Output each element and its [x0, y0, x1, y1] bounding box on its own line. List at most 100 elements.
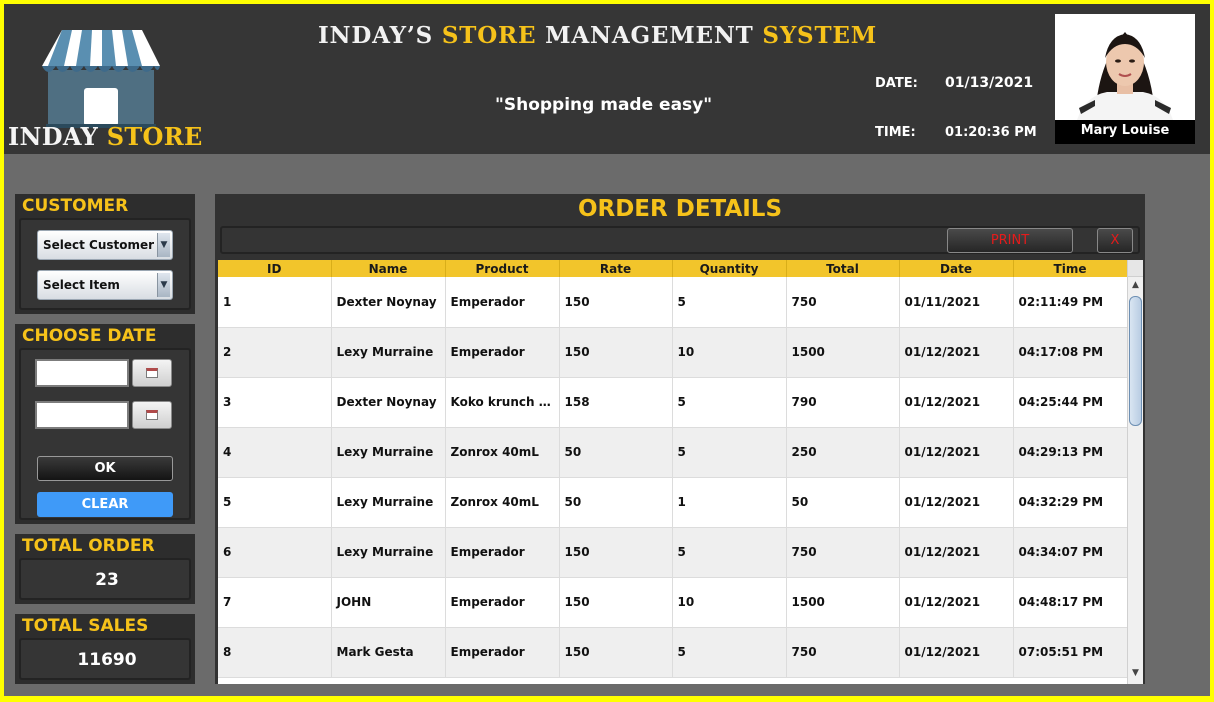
orders-table[interactable]: ID Name Product Rate Quantity Total Date… — [218, 260, 1143, 684]
cell-quantity: 1 — [672, 477, 787, 528]
cell-id: 2 — [218, 327, 332, 378]
cell-id: 1 — [218, 277, 332, 328]
ok-button[interactable]: OK — [37, 456, 173, 481]
cell-date: 01/12/2021 — [899, 327, 1014, 378]
cell-product: Zonrox 40mL — [445, 427, 560, 478]
column-header-name[interactable]: Name — [331, 260, 446, 277]
cell-product: Koko krunch 3... — [445, 377, 560, 428]
app-window: INDAY STORE INDAY’S STORE MANAGEMENT SYS… — [4, 4, 1210, 696]
cell-time: 02:11:49 PM — [1013, 277, 1128, 328]
scroll-up-arrow-icon[interactable]: ▲ — [1128, 280, 1143, 294]
cell-time: 04:34:07 PM — [1013, 527, 1128, 578]
time-label: TIME: — [875, 125, 916, 140]
table-row[interactable]: 6 Lexy Murraine Emperador 150 5 750 01/12/2021… — [218, 527, 1128, 578]
cell-rate: 150 — [559, 577, 673, 628]
table-row[interactable]: 7 JOHN Emperador 150 10 1500 01/12/2021 04:48:1… — [218, 577, 1128, 628]
table-row[interactable]: 4 Lexy Murraine Zonrox 40mL 50 5 250 01/12/202… — [218, 427, 1128, 478]
cell-quantity: 5 — [672, 427, 787, 478]
cell-id: 5 — [218, 477, 332, 528]
column-header-total[interactable]: Total — [786, 260, 900, 277]
clear-button[interactable]: CLEAR — [37, 492, 173, 517]
cell-total: 1500 — [786, 327, 900, 378]
close-button[interactable]: X — [1097, 228, 1133, 253]
cell-date: 01/12/2021 — [899, 627, 1014, 678]
order-details-title: ORDER DETAILS — [577, 196, 783, 222]
cell-time: 04:48:17 PM — [1013, 577, 1128, 628]
cell-product: Emperador — [445, 577, 560, 628]
cell-id: 4 — [218, 427, 332, 478]
select-customer-dropdown[interactable]: Select Customer ▼ — [37, 230, 173, 260]
column-header-date[interactable]: Date — [899, 260, 1014, 277]
scroll-down-arrow-icon[interactable]: ▼ — [1128, 668, 1143, 682]
column-header-rate[interactable]: Rate — [559, 260, 673, 277]
total-order-box: 23 — [19, 558, 191, 600]
select-item-label: Select Item — [43, 278, 120, 292]
total-order-title: TOTAL ORDER — [22, 536, 155, 556]
cell-date: 01/12/2021 — [899, 377, 1014, 428]
cell-rate: 150 — [559, 277, 673, 328]
total-order-panel: TOTAL ORDER 23 — [15, 534, 195, 604]
cell-product: Zonrox 40mL — [445, 477, 560, 528]
app-title: INDAY’S STORE MANAGEMENT SYSTEM — [318, 22, 877, 49]
cell-name: Dexter Noynay — [331, 277, 446, 328]
cell-name: Lexy Murraine — [331, 427, 446, 478]
cell-name: Lexy Murraine — [331, 327, 446, 378]
cell-product: Emperador — [445, 627, 560, 678]
cell-date: 01/12/2021 — [899, 427, 1014, 478]
cell-rate: 50 — [559, 427, 673, 478]
cell-name: Mark Gesta — [331, 627, 446, 678]
cell-total: 750 — [786, 277, 900, 328]
cell-name: Lexy Murraine — [331, 527, 446, 578]
start-date-picker-button[interactable] — [132, 359, 172, 387]
cell-name: JOHN — [331, 577, 446, 628]
cell-id: 8 — [218, 627, 332, 678]
date-value: 01/13/2021 — [945, 75, 1034, 91]
tagline: "Shopping made easy" — [495, 95, 713, 115]
cell-date: 01/11/2021 — [899, 277, 1014, 328]
cell-rate: 158 — [559, 377, 673, 428]
table-row[interactable]: 8 Mark Gesta Emperador 150 5 750 01/12/2021 07:… — [218, 627, 1128, 678]
cell-time: 04:25:44 PM — [1013, 377, 1128, 428]
column-header-product[interactable]: Product — [445, 260, 560, 277]
print-button[interactable]: PRINT — [947, 228, 1073, 253]
table-row[interactable]: 3 Dexter Noynay Koko krunch 3... 158 5 790 01/… — [218, 377, 1128, 428]
table-row[interactable]: 2 Lexy Murraine Emperador 150 10 1500 01/12/20… — [218, 327, 1128, 378]
end-date-field[interactable] — [35, 401, 129, 429]
customer-title: CUSTOMER — [22, 196, 129, 216]
cell-date: 01/12/2021 — [899, 477, 1014, 528]
header-bar: INDAY STORE INDAY’S STORE MANAGEMENT SYS… — [4, 4, 1210, 154]
column-header-quantity[interactable]: Quantity — [672, 260, 787, 277]
cell-total: 250 — [786, 427, 900, 478]
table-row[interactable]: 1 Dexter Noynay Emperador 150 5 750 01/11/2021… — [218, 277, 1128, 328]
cell-id: 3 — [218, 377, 332, 428]
user-profile: Mary Louise — [1055, 14, 1195, 144]
cell-quantity: 5 — [672, 627, 787, 678]
cell-time: 07:05:51 PM — [1013, 627, 1128, 678]
cell-date: 01/12/2021 — [899, 577, 1014, 628]
dropdown-arrow-icon: ▼ — [157, 273, 170, 297]
column-header-id[interactable]: ID — [218, 260, 332, 277]
total-order-value: 23 — [95, 570, 119, 590]
logo-text: INDAY STORE — [8, 122, 203, 151]
customer-panel: CUSTOMER Select Customer ▼ Select Item ▼ — [15, 194, 195, 314]
end-date-picker-button[interactable] — [132, 401, 172, 429]
cell-date: 01/12/2021 — [899, 527, 1014, 578]
scrollbar-corner — [1128, 260, 1143, 277]
table-row[interactable]: 5 Lexy Murraine Zonrox 40mL 50 1 50 01/12/2021… — [218, 477, 1128, 528]
time-value: 01:20:36 PM — [945, 125, 1037, 140]
cell-quantity: 10 — [672, 577, 787, 628]
cell-total: 750 — [786, 527, 900, 578]
cell-name: Lexy Murraine — [331, 477, 446, 528]
total-sales-panel: TOTAL SALES 11690 — [15, 614, 195, 684]
cell-time: 04:17:08 PM — [1013, 327, 1128, 378]
select-item-dropdown[interactable]: Select Item ▼ — [37, 270, 173, 300]
scrollbar-thumb[interactable] — [1129, 296, 1142, 426]
choose-date-panel: CHOOSE DATE OK CLEAR — [15, 324, 195, 524]
start-date-field[interactable] — [35, 359, 129, 387]
cell-rate: 150 — [559, 327, 673, 378]
column-header-time[interactable]: Time — [1013, 260, 1128, 277]
table-scrollbar[interactable]: ▲ ▼ — [1127, 260, 1143, 684]
cell-total: 1500 — [786, 577, 900, 628]
cell-product: Emperador — [445, 527, 560, 578]
total-sales-title: TOTAL SALES — [22, 616, 149, 636]
